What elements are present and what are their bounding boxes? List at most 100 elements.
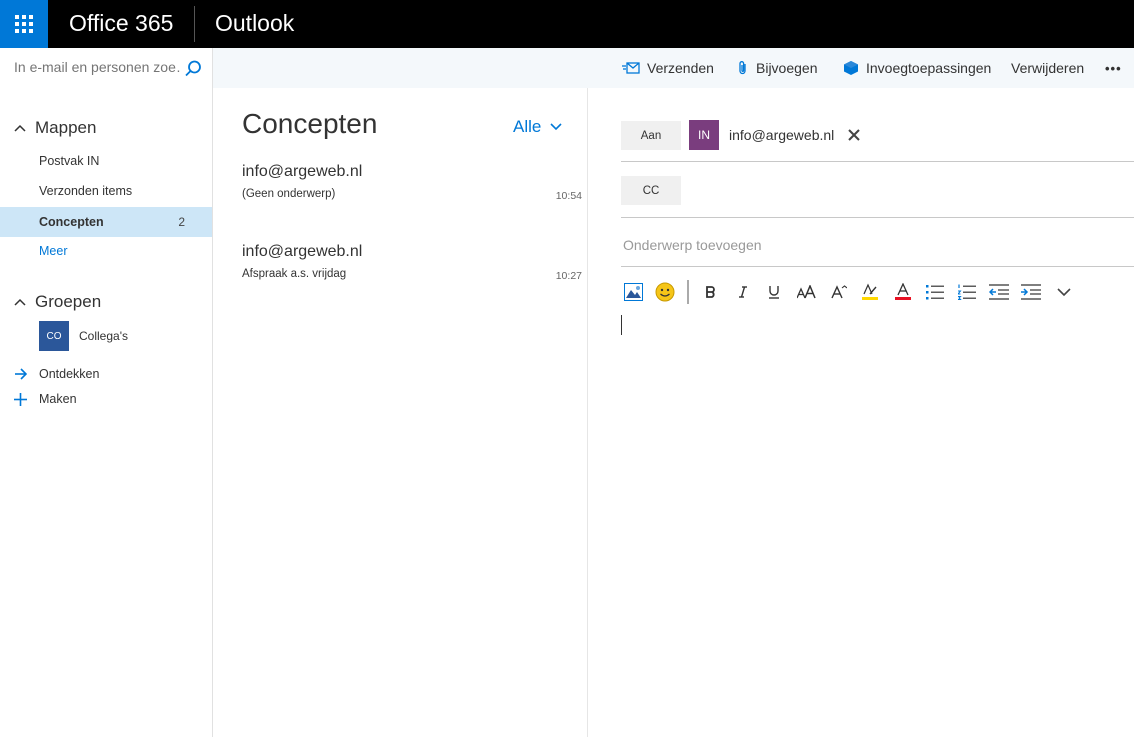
chevron-down-icon — [1057, 287, 1071, 296]
highlight-button[interactable] — [860, 280, 880, 304]
more-icon: ••• — [1105, 60, 1122, 76]
chevron-down-icon — [550, 123, 562, 131]
discover-label: Ontdekken — [39, 367, 100, 381]
create-group-link[interactable]: Maken — [14, 392, 77, 406]
cc-button[interactable]: CC — [621, 176, 681, 205]
attach-button[interactable]: Bijvoegen — [737, 48, 818, 88]
top-bar: Office 365 Outlook — [0, 0, 1134, 48]
message-sender: info@argeweb.nl — [242, 163, 363, 180]
numbered-list-icon — [958, 284, 976, 300]
divider — [621, 161, 1134, 162]
groups-header[interactable]: Groepen — [14, 292, 101, 312]
attach-label: Bijvoegen — [756, 60, 818, 76]
addins-icon — [844, 61, 858, 75]
bullet-list-icon — [926, 285, 944, 300]
discover-groups-link[interactable]: Ontdekken — [14, 367, 99, 381]
group-item-colleagues[interactable]: CO Collega's — [39, 321, 128, 351]
insert-picture-button[interactable] — [623, 280, 643, 304]
close-icon[interactable] — [848, 129, 860, 141]
folder-inbox[interactable]: Postvak IN — [0, 146, 212, 176]
numbering-button[interactable] — [956, 280, 978, 304]
topbar-divider — [194, 6, 195, 42]
group-avatar: CO — [39, 321, 69, 351]
smiley-icon — [655, 282, 675, 302]
bold-icon — [706, 286, 715, 298]
message-time: 10:54 — [555, 190, 582, 202]
folder-label: Concepten — [39, 215, 104, 229]
italic-icon — [739, 286, 747, 298]
folder-sent[interactable]: Verzonden items — [0, 176, 212, 206]
discard-button[interactable]: Verwijderen — [1011, 48, 1084, 88]
waffle-icon — [15, 15, 33, 33]
subject-input[interactable] — [623, 237, 1103, 253]
folder-label: Postvak IN — [39, 154, 100, 168]
font-color-icon — [895, 283, 911, 300]
plus-icon — [14, 392, 27, 406]
bold-button[interactable] — [702, 280, 720, 304]
filter-label: Alle — [513, 117, 542, 136]
folders-header[interactable]: Mappen — [14, 118, 96, 138]
send-label: Verzenden — [647, 60, 714, 76]
search-box[interactable] — [0, 48, 213, 88]
group-label: Collega's — [79, 329, 128, 343]
bullets-button[interactable] — [924, 280, 946, 304]
chevron-up-icon — [14, 124, 26, 132]
underline-button[interactable] — [765, 280, 783, 304]
divider — [621, 217, 1134, 218]
arrow-right-icon — [15, 368, 27, 380]
folder-label: Verzonden items — [39, 184, 133, 198]
text-cursor — [621, 315, 622, 335]
italic-button[interactable] — [734, 280, 752, 304]
discard-label: Verwijderen — [1011, 60, 1085, 76]
addins-button[interactable]: Invoegtoepassingen — [843, 48, 991, 88]
app-launcher-button[interactable] — [0, 0, 48, 48]
recipient-chip[interactable]: IN info@argeweb.nl — [689, 120, 860, 150]
folder-more-link[interactable]: Meer — [0, 236, 212, 266]
underline-icon — [769, 286, 779, 299]
create-label: Maken — [39, 392, 77, 406]
message-body-editor[interactable] — [621, 310, 1121, 710]
grow-font-button[interactable] — [830, 280, 848, 304]
message-item[interactable]: info@argeweb.nl (Geen onderwerp) 10:54 — [242, 163, 582, 213]
more-options-button[interactable]: ••• — [1105, 48, 1122, 88]
font-size-icon — [797, 285, 816, 299]
message-sender: info@argeweb.nl — [242, 243, 363, 260]
message-item[interactable]: info@argeweb.nl Afspraak a.s. vrijdag 10… — [242, 243, 582, 293]
outdent-icon — [989, 284, 1009, 300]
emoji-button[interactable] — [654, 280, 676, 304]
folder-label: Meer — [39, 244, 68, 258]
image-icon — [623, 283, 643, 301]
indent-icon — [1021, 284, 1041, 300]
font-size-button[interactable] — [795, 280, 819, 304]
send-icon — [622, 62, 640, 74]
message-subject: Afspraak a.s. vrijdag — [242, 268, 347, 280]
grow-font-icon — [831, 285, 847, 299]
app-name[interactable]: Outlook — [215, 10, 294, 37]
more-formatting-button[interactable] — [1054, 280, 1074, 304]
recipient-avatar: IN — [689, 120, 719, 150]
send-button[interactable]: Verzenden — [622, 48, 714, 88]
folders-header-label: Mappen — [35, 118, 97, 137]
groups-header-label: Groepen — [35, 292, 102, 311]
message-list-pane: Concepten Alle info@argeweb.nl (Geen ond… — [213, 88, 588, 737]
unread-count: 2 — [178, 215, 185, 229]
chevron-up-icon — [14, 298, 26, 306]
toolbar-separator — [687, 280, 689, 304]
to-button[interactable]: Aan — [621, 121, 681, 150]
folder-pane: Mappen Postvak IN Verzonden items Concep… — [0, 88, 213, 737]
search-input[interactable] — [14, 59, 182, 75]
search-icon[interactable] — [183, 59, 203, 79]
paperclip-icon — [739, 61, 746, 75]
addins-label: Invoegtoepassingen — [866, 60, 992, 76]
message-time: 10:27 — [555, 270, 582, 282]
divider — [621, 266, 1134, 267]
office-brand[interactable]: Office 365 — [69, 10, 173, 37]
folder-drafts[interactable]: Concepten 2 — [0, 207, 212, 237]
filter-dropdown[interactable]: Alle — [513, 117, 562, 137]
increase-indent-button[interactable] — [1020, 280, 1042, 304]
compose-pane: Aan IN info@argeweb.nl CC — [588, 88, 1134, 737]
recipient-email: info@argeweb.nl — [729, 127, 835, 143]
font-color-button[interactable] — [893, 280, 913, 304]
decrease-indent-button[interactable] — [988, 280, 1010, 304]
message-subject: (Geen onderwerp) — [242, 188, 336, 200]
